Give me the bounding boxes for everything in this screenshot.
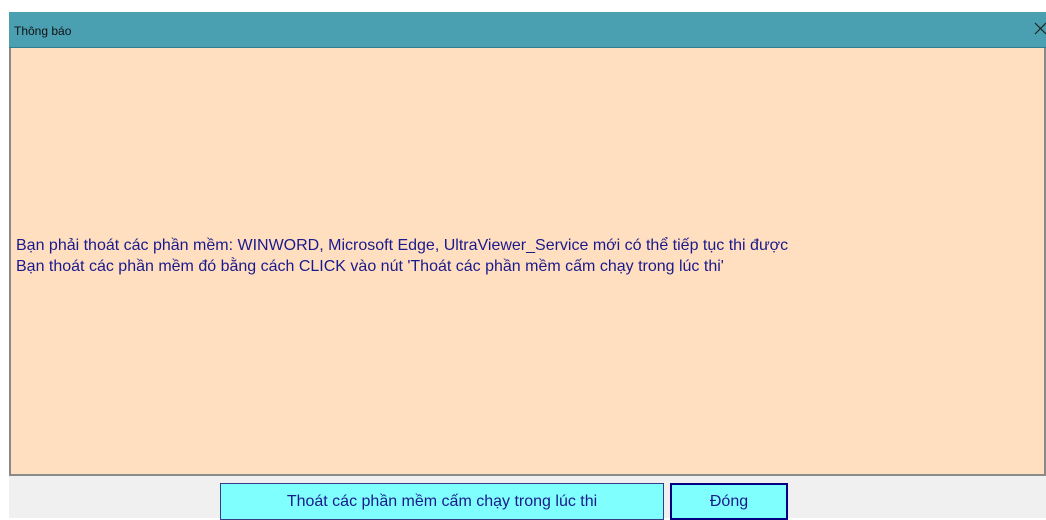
title-bar[interactable]: Thông báo [9,12,1046,48]
message-panel: Bạn phải thoát các phần mềm: WINWORD, Mi… [9,48,1046,476]
dialog-title: Thông báo [14,24,72,38]
notification-dialog: Thông báo Bạn phải thoát các phần mềm: W… [9,12,1046,520]
message-line-2: Bạn thoát các phần mềm đó bằng cách CLIC… [16,258,724,275]
message-text: Bạn phải thoát các phần mềm: WINWORD, Mi… [16,235,788,277]
message-line-1: Bạn phải thoát các phần mềm: WINWORD, Mi… [16,237,789,254]
exit-banned-apps-button[interactable]: Thoát các phần mềm cấm chạy trong lúc th… [220,483,664,520]
close-button[interactable]: Đóng [670,483,788,520]
close-window-button[interactable] [1032,18,1046,40]
button-bar: Thoát các phần mềm cấm chạy trong lúc th… [9,476,1046,520]
close-icon [1034,22,1046,35]
